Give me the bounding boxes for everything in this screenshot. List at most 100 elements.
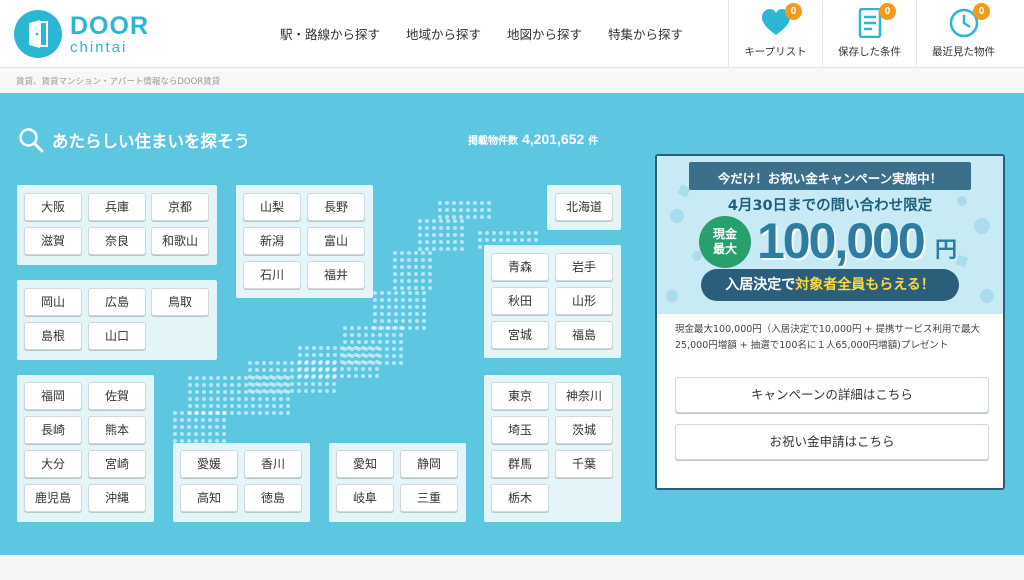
campaign-description: 現金最大100,000円（入居決定で10,000円 + 提携サービス利用で最大2…	[675, 324, 981, 351]
pref-button[interactable]: 福井	[307, 261, 365, 289]
region-tokai: 愛知 静岡 岐阜 三重	[329, 443, 466, 522]
pref-button[interactable]: 福島	[555, 321, 613, 349]
pref-button[interactable]: 京都	[151, 193, 209, 221]
campaign-ribbon: 今だけ！お祝い金キャンペーン実施中！	[689, 162, 971, 190]
nav-feature-search[interactable]: 特集から探す	[608, 24, 683, 43]
pref-button[interactable]: 宮城	[491, 321, 549, 349]
region-kanto: 東京 神奈川 埼玉 茨城 群馬 千葉 栃木	[484, 375, 621, 522]
recently-viewed-button[interactable]: 0 最近見た物件	[916, 0, 1010, 68]
campaign-banner[interactable]: 今だけ！お祝い金キャンペーン実施中！ 4月30日までの問い合わせ限定 現金 最大…	[657, 156, 1003, 314]
pref-button[interactable]: 広島	[88, 288, 146, 316]
pref-button[interactable]: 岩手	[555, 253, 613, 281]
pref-button[interactable]: 島根	[24, 322, 82, 350]
logo-text-sub: chintai	[70, 38, 128, 56]
saved-conditions-label: 保存した条件	[838, 46, 901, 58]
pref-button[interactable]: 石川	[243, 261, 301, 289]
listing-count-label: 掲載物件数	[468, 136, 518, 147]
saved-conditions-badge: 0	[879, 3, 896, 20]
pref-button[interactable]: 神奈川	[555, 382, 613, 410]
tagline-bar: 賃貸、賃貸マンション・アパート情報ならDOOR賃貸	[0, 69, 1024, 93]
pref-button[interactable]: 千葉	[555, 450, 613, 478]
campaign-everyone-pill: 入居決定で対象者全員もらえる！	[701, 269, 959, 301]
region-kansai: 大阪 兵庫 京都 滋賀 奈良 和歌山	[17, 185, 217, 265]
campaign-apply-button[interactable]: お祝い金申請はこちら	[675, 424, 989, 460]
region-tohoku: 青森 岩手 秋田 山形 宮城 福島	[484, 245, 621, 358]
pref-button[interactable]: 富山	[307, 227, 365, 255]
keep-list-badge: 0	[785, 3, 802, 20]
door-logo-icon	[14, 10, 62, 58]
site-header: DOOR chintai 駅・路線から探す 地域から探す 地図から探す 特集から…	[0, 0, 1024, 68]
campaign-ribbon-text: 今だけ！お祝い金キャンペーン実施中！	[717, 171, 943, 186]
main-nav: 駅・路線から探す 地域から探す 地図から探す 特集から探す	[280, 24, 683, 43]
pref-button[interactable]: 三重	[400, 484, 458, 512]
listing-count-value: 4,201,652	[522, 131, 585, 147]
pref-button[interactable]: 兵庫	[88, 193, 146, 221]
pref-button[interactable]: 北海道	[555, 193, 613, 221]
nav-map-search[interactable]: 地図から探す	[507, 24, 582, 43]
region-kyushu: 福岡 佐賀 長崎 熊本 大分 宮崎 鹿児島 沖縄	[17, 375, 154, 522]
search-hero: あたらしい住まいを探そう 掲載物件数 4,201,652 件 大阪 兵庫 京都 滋賀…	[0, 93, 1024, 555]
recently-viewed-label: 最近見た物件	[932, 46, 995, 58]
pref-button[interactable]: 群馬	[491, 450, 549, 478]
pref-button[interactable]: 和歌山	[151, 227, 209, 255]
search-heading: あたらしい住まいを探そう	[18, 127, 250, 153]
pref-button[interactable]: 長野	[307, 193, 365, 221]
campaign-amount: 100,000	[757, 213, 926, 269]
search-icon	[19, 128, 44, 153]
pref-button[interactable]: 山口	[88, 322, 146, 350]
site-logo[interactable]: DOOR chintai	[14, 10, 149, 58]
site-tagline: 賃貸、賃貸マンション・アパート情報ならDOOR賃貸	[16, 77, 221, 87]
nav-area-search[interactable]: 地域から探す	[406, 24, 481, 43]
pref-button[interactable]: 沖縄	[88, 484, 146, 512]
pref-button[interactable]: 新潟	[243, 227, 301, 255]
nav-station-search[interactable]: 駅・路線から探す	[280, 24, 380, 43]
pref-button[interactable]: 山梨	[243, 193, 301, 221]
pref-button[interactable]: 香川	[244, 450, 302, 478]
cash-max-line1: 現金	[712, 227, 737, 241]
listing-count-unit: 件	[588, 136, 599, 147]
everyone-highlight: 対象者全員もらえる！	[795, 277, 935, 293]
region-koshinetsu-hokuriku: 山梨 長野 新潟 富山 石川 福井	[236, 185, 373, 298]
pref-button[interactable]: 愛媛	[180, 450, 238, 478]
campaign-amount-unit: 円	[935, 238, 958, 263]
pref-button[interactable]: 高知	[180, 484, 238, 512]
pref-button[interactable]: 佐賀	[88, 382, 146, 410]
pref-button[interactable]: 長崎	[24, 416, 82, 444]
campaign-panel: 今だけ！お祝い金キャンペーン実施中！ 4月30日までの問い合わせ限定 現金 最大…	[655, 154, 1005, 490]
logo-text-main: DOOR	[70, 11, 149, 40]
pref-button[interactable]: 茨城	[555, 416, 613, 444]
pref-button[interactable]: 栃木	[491, 484, 549, 512]
pref-button[interactable]: 福岡	[24, 382, 82, 410]
pref-button[interactable]: 静岡	[400, 450, 458, 478]
pref-button[interactable]: 鳥取	[151, 288, 209, 316]
pref-button[interactable]: 岡山	[24, 288, 82, 316]
pref-button[interactable]: 埼玉	[491, 416, 549, 444]
recently-viewed-badge: 0	[973, 3, 990, 20]
pref-button[interactable]: 徳島	[244, 484, 302, 512]
keep-list-button[interactable]: 0 キープリスト	[728, 0, 822, 68]
saved-conditions-button[interactable]: 0 保存した条件	[822, 0, 916, 68]
pref-button[interactable]: 大阪	[24, 193, 82, 221]
cash-max-line2: 最大	[712, 242, 737, 256]
keep-list-label: キープリスト	[744, 46, 807, 58]
region-hokkaido: 北海道	[547, 185, 621, 230]
everyone-text: 入居決定で	[725, 277, 796, 293]
pref-button[interactable]: 青森	[491, 253, 549, 281]
region-shikoku: 愛媛 香川 高知 徳島	[173, 443, 310, 522]
campaign-detail-button[interactable]: キャンペーンの詳細はこちら	[675, 377, 989, 413]
pref-button[interactable]: 鹿児島	[24, 484, 82, 512]
pref-button[interactable]: 愛知	[336, 450, 394, 478]
cash-max-badge: 現金 最大	[699, 216, 751, 268]
listing-count: 掲載物件数 4,201,652 件	[468, 129, 598, 148]
region-chugoku: 岡山 広島 鳥取 島根 山口	[17, 280, 217, 360]
pref-button[interactable]: 大分	[24, 450, 82, 478]
pref-button[interactable]: 山形	[555, 287, 613, 315]
pref-button[interactable]: 滋賀	[24, 227, 82, 255]
pref-button[interactable]: 秋田	[491, 287, 549, 315]
pref-button[interactable]: 宮崎	[88, 450, 146, 478]
search-heading-text: あたらしい住まいを探そう	[52, 132, 250, 151]
pref-button[interactable]: 東京	[491, 382, 549, 410]
pref-button[interactable]: 奈良	[88, 227, 146, 255]
pref-button[interactable]: 岐阜	[336, 484, 394, 512]
pref-button[interactable]: 熊本	[88, 416, 146, 444]
